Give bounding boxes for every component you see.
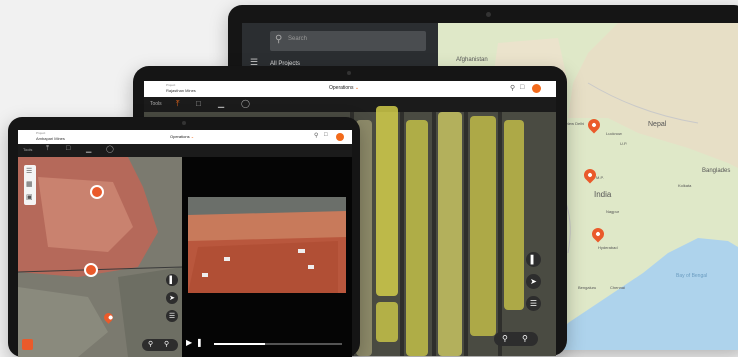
country-label-afghanistan: Afghanistan — [456, 57, 488, 63]
map-tool-panel: ☰ ▦ ▣ — [24, 165, 36, 205]
mid-toolbar: Tools ⤒ □ ▁ ◯ — [144, 97, 556, 112]
stockpile-area[interactable] — [376, 106, 398, 296]
layers-icon[interactable]: ☰ — [166, 310, 178, 322]
mid-page-title-text: Operations — [329, 85, 354, 91]
chart-icon[interactable]: ▌ — [166, 274, 178, 286]
zoom-controls[interactable]: ⚲ ⚲ — [494, 332, 538, 346]
measure-tool-icon[interactable]: ⤒ — [176, 99, 180, 109]
calendar-icon[interactable]: ▣ — [26, 193, 33, 201]
city-label: Chennai — [610, 285, 625, 290]
mid-header-title[interactable]: Rajasthan Mines — [166, 88, 196, 93]
city-label: U.P. — [620, 141, 628, 146]
zoom-in-icon[interactable]: ⚲ — [148, 340, 153, 348]
area-tool-icon[interactable]: □ — [66, 145, 70, 152]
history-icon[interactable]: ◯ — [106, 145, 114, 153]
stockpile-area[interactable] — [470, 116, 496, 336]
zoom-out-icon[interactable]: ⚲ — [522, 334, 528, 343]
country-label-nepal: Nepal — [648, 121, 667, 128]
mid-header: Project Rajasthan Mines Operations ⌄ ⚲ □ — [144, 81, 556, 98]
city-label: Bengaluru — [578, 285, 597, 290]
country-label-india: India — [594, 190, 612, 199]
play-icon[interactable]: ▶ — [186, 338, 192, 347]
search-icon: ⚲ — [275, 34, 283, 45]
pause-icon[interactable]: ❚ — [196, 338, 203, 347]
front-header-sub: Project — [36, 131, 46, 135]
volume-tool-icon[interactable]: ▁ — [86, 145, 91, 153]
city-label: Nagpur — [606, 209, 620, 214]
video-controls: ▶ ❚ — [186, 337, 348, 351]
front-page-title[interactable]: Operations ⌄ — [170, 134, 194, 139]
document-icon[interactable]: □ — [324, 132, 328, 138]
front-tablet-screen: Project Ambapari Mines Operations ⌄ ⚲ □ … — [18, 130, 352, 357]
front-tablet-camera — [182, 121, 186, 125]
grid-icon[interactable]: ▦ — [26, 180, 33, 188]
area-tool-icon[interactable]: □ — [196, 99, 201, 108]
mid-toolbar-label: Tools — [150, 101, 162, 107]
avatar[interactable] — [336, 133, 344, 141]
compass-icon[interactable]: ➤ — [166, 292, 178, 304]
search-placeholder: Search — [288, 36, 308, 42]
compass-icon[interactable]: ➤ — [526, 274, 541, 289]
front-tablet-frame: Project Ambapari Mines Operations ⌄ ⚲ □ … — [8, 117, 360, 357]
bell-icon[interactable]: ⚲ — [510, 84, 515, 92]
site-marker[interactable] — [90, 185, 104, 199]
stockpile-area[interactable] — [504, 120, 524, 310]
history-icon[interactable]: ◯ — [241, 99, 250, 108]
mid-header-sub: Project — [166, 83, 176, 87]
site-map-view[interactable]: ☰ ▦ ▣ ▌ ➤ ☰ ⚲ ⚲ — [18, 157, 182, 357]
bell-icon[interactable]: ⚲ — [314, 132, 318, 139]
city-label: Lucknow — [606, 131, 622, 136]
city-label: M.P. — [596, 175, 604, 180]
road — [464, 112, 468, 356]
zoom-in-icon[interactable]: ⚲ — [502, 334, 508, 343]
city-label: New Delhi — [566, 121, 585, 126]
road — [498, 112, 502, 356]
front-page-title-text: Operations — [170, 134, 190, 139]
stockpile-area[interactable] — [438, 112, 462, 356]
sea-label-bay: Bay of Bengal — [676, 273, 708, 279]
mid-tablet-camera — [347, 71, 351, 75]
search-bar[interactable]: ⚲ Search — [270, 31, 426, 51]
back-laptop-camera — [486, 12, 491, 17]
front-header: Project Ambapari Mines Operations ⌄ ⚲ □ — [18, 130, 352, 145]
stockpile-area[interactable] — [406, 120, 428, 356]
drone-video-panel[interactable]: ▶ ❚ — [182, 157, 352, 357]
front-toolbar: Tools ⤒ □ ▁ ◯ — [18, 144, 352, 157]
site-marker[interactable] — [84, 263, 98, 277]
chevron-down-icon: ⌄ — [354, 85, 360, 91]
country-label-bangladesh: Banglades — [702, 168, 731, 174]
city-label: Kolkata — [678, 183, 692, 188]
document-icon[interactable]: □ — [520, 84, 524, 91]
city-label: Hyderabad — [598, 245, 618, 250]
measure-tool-icon[interactable]: ⤒ — [46, 145, 49, 153]
quarry-scene — [188, 197, 346, 293]
chevron-down-icon: ⌄ — [190, 134, 195, 139]
layers-icon[interactable]: ☰ — [26, 167, 32, 175]
front-header-title[interactable]: Ambapari Mines — [36, 136, 65, 141]
front-toolbar-label: Tools — [23, 147, 33, 152]
avatar[interactable] — [532, 84, 541, 93]
zoom-out-icon[interactable]: ⚲ — [164, 340, 169, 348]
zoom-controls[interactable]: ⚲ ⚲ — [142, 339, 178, 351]
road — [432, 112, 436, 356]
chart-icon[interactable]: ▌ — [526, 252, 541, 267]
layers-icon[interactable]: ☰ — [526, 296, 541, 311]
drone-video-frame[interactable] — [188, 197, 346, 293]
road — [400, 112, 404, 356]
mid-page-title[interactable]: Operations ⌄ — [329, 85, 359, 91]
volume-tool-icon[interactable]: ▁ — [218, 99, 224, 108]
stockpile-area[interactable] — [376, 302, 398, 342]
